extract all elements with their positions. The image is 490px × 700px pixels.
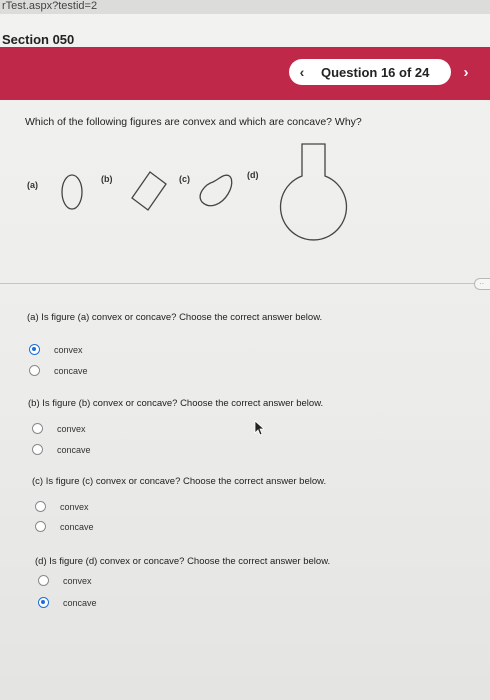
url-text: rTest.aspx?testid=2 <box>2 0 98 12</box>
question-d-option-convex[interactable]: convex <box>38 575 92 586</box>
option-label: convex <box>57 423 86 434</box>
radio-icon[interactable] <box>38 575 49 586</box>
radio-selected-icon[interactable] <box>38 597 49 608</box>
question-c-text: (c) Is figure (c) convex or concave? Cho… <box>32 476 327 487</box>
option-label: convex <box>60 501 89 512</box>
figure-a-oval <box>61 174 83 210</box>
radio-selected-icon[interactable] <box>29 344 40 355</box>
question-c-option-convex[interactable]: convex <box>35 501 89 512</box>
question-counter: Question 16 of 24 <box>321 64 430 80</box>
question-a-option-concave[interactable]: concave <box>29 365 88 376</box>
figure-b-square <box>131 171 167 211</box>
radio-icon[interactable] <box>32 423 43 434</box>
option-label: convex <box>54 344 83 355</box>
radio-icon[interactable] <box>35 521 46 532</box>
question-a-text: (a) Is figure (a) convex or concave? Cho… <box>27 312 323 323</box>
option-label: concave <box>57 444 91 455</box>
figure-d-flask <box>279 143 348 241</box>
radio-icon[interactable] <box>32 444 43 455</box>
option-label: concave <box>60 521 94 532</box>
splitter-handle[interactable]: ·· <box>474 278 490 290</box>
radio-icon[interactable] <box>35 501 46 512</box>
mouse-cursor-icon <box>254 420 266 436</box>
figures-svg <box>61 143 348 241</box>
question-c-option-concave[interactable]: concave <box>35 521 94 532</box>
content-divider <box>0 283 480 284</box>
figures-area: (a) (b) (c) (d) <box>0 140 490 250</box>
question-navigator: ‹ Question 16 of 24 <box>289 59 451 85</box>
figure-c-shape <box>199 174 233 207</box>
quiz-screen: rTest.aspx?testid=2 Section 050 ‹ Questi… <box>0 0 490 700</box>
chevron-left-icon[interactable]: ‹ <box>289 59 315 85</box>
question-d-text: (d) Is figure (d) convex or concave? Cho… <box>35 556 331 567</box>
address-bar[interactable]: rTest.aspx?testid=2 <box>0 0 490 14</box>
question-b-option-convex[interactable]: convex <box>32 423 86 434</box>
question-b-text: (b) Is figure (b) convex or concave? Cho… <box>28 398 324 409</box>
question-b-option-concave[interactable]: concave <box>32 444 91 455</box>
section-title: Section 050 <box>2 32 75 47</box>
radio-icon[interactable] <box>29 365 40 376</box>
chevron-right-icon[interactable]: › <box>456 61 476 83</box>
option-label: convex <box>63 575 92 586</box>
question-a-option-convex[interactable]: convex <box>29 344 83 355</box>
option-label: concave <box>54 365 88 376</box>
option-label: concave <box>63 597 97 608</box>
question-d-option-concave[interactable]: concave <box>38 597 97 608</box>
question-prompt: Which of the following figures are conve… <box>25 116 362 128</box>
